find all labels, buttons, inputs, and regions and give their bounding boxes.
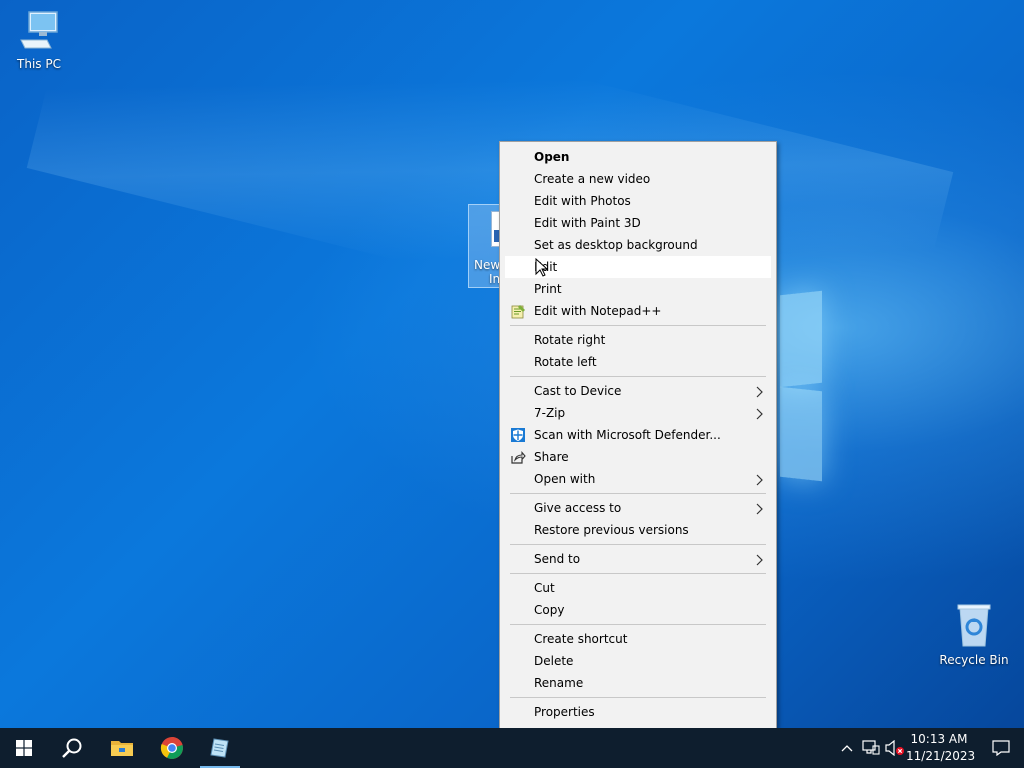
menu-item-set-desktop-background[interactable]: Set as desktop background: [500, 234, 776, 256]
show-hidden-icons-button[interactable]: [836, 728, 858, 768]
menu-item-create-shortcut[interactable]: Create shortcut: [500, 628, 776, 650]
menu-item-label: Rotate right: [534, 333, 606, 347]
this-pc-label: This PC: [17, 57, 61, 71]
menu-item-label: Rotate left: [534, 355, 597, 369]
notepadpp-icon: [511, 305, 525, 319]
network-icon: [862, 740, 880, 755]
menu-item-delete[interactable]: Delete: [500, 650, 776, 672]
menu-item-label: Scan with Microsoft Defender...: [534, 428, 721, 442]
start-icon: [16, 740, 32, 756]
menu-item-label: Restore previous versions: [534, 523, 689, 537]
menu-item-label: Edit with Notepad++: [534, 304, 662, 318]
menu-separator: [510, 624, 766, 625]
menu-item-edit-with-notepadpp[interactable]: Edit with Notepad++: [500, 300, 776, 322]
desktop-icon-this-pc[interactable]: This PC: [1, 8, 77, 71]
menu-item-label: 7-Zip: [534, 406, 566, 420]
notepad-taskbar-button[interactable]: [198, 728, 242, 768]
network-button[interactable]: [860, 728, 882, 768]
menu-item-label: Give access to: [534, 501, 622, 515]
menu-item-open-with[interactable]: Open with: [500, 468, 776, 490]
taskbar-clock[interactable]: 10:13 AM 11/21/2023: [906, 731, 976, 765]
menu-item-label: Open: [534, 150, 570, 164]
menu-item-label: Set as desktop background: [534, 238, 698, 252]
menu-item-label: Open with: [534, 472, 596, 486]
chevron-right-icon: [756, 474, 766, 486]
desktop-icon-recycle-bin[interactable]: Recycle Bin: [936, 602, 1012, 667]
chevron-right-icon: [756, 554, 766, 566]
menu-item-label: Send to: [534, 552, 581, 566]
share-icon: [511, 451, 526, 464]
clock-date: 11/21/2023: [906, 749, 976, 763]
menu-item-scan-defender[interactable]: Scan with Microsoft Defender...: [500, 424, 776, 446]
menu-item-print[interactable]: Print: [500, 278, 776, 300]
menu-separator: [510, 493, 766, 494]
defender-shield-icon: [511, 428, 525, 442]
mouse-cursor-icon: [535, 258, 549, 277]
menu-separator: [510, 544, 766, 545]
menu-item-edit-with-paint-3d[interactable]: Edit with Paint 3D: [500, 212, 776, 234]
menu-item-open[interactable]: Open: [500, 146, 776, 168]
menu-item-label: Cut: [534, 581, 555, 595]
notification-icon: [992, 740, 1010, 756]
taskbar: 10:13 AM 11/21/2023: [0, 728, 1024, 768]
chevron-up-icon: [841, 745, 853, 752]
menu-item-properties[interactable]: Properties: [500, 701, 776, 723]
menu-item-label: Rename: [534, 676, 584, 690]
chevron-right-icon: [756, 408, 766, 420]
menu-item-label: Copy: [534, 603, 565, 617]
menu-item-7zip[interactable]: 7-Zip: [500, 402, 776, 424]
recycle-bin-label: Recycle Bin: [939, 653, 1009, 667]
file-explorer-icon: [111, 741, 133, 756]
menu-item-label: Create shortcut: [534, 632, 628, 646]
search-button[interactable]: [48, 728, 96, 768]
chrome-icon: [160, 737, 183, 759]
menu-separator: [510, 697, 766, 698]
menu-separator: [510, 325, 766, 326]
start-button[interactable]: [0, 728, 48, 768]
clock-time: 10:13 AM: [910, 732, 968, 746]
menu-item-rename[interactable]: Rename: [500, 672, 776, 694]
context-menu: Open Create a new video Edit with Photos…: [499, 141, 777, 729]
menu-item-edit-with-photos[interactable]: Edit with Photos: [500, 190, 776, 212]
menu-item-label: Edit with Paint 3D: [534, 216, 641, 230]
menu-item-cast-to-device[interactable]: Cast to Device: [500, 380, 776, 402]
menu-item-label: Share: [534, 450, 569, 464]
chrome-button[interactable]: [148, 728, 196, 768]
menu-item-cut[interactable]: Cut: [500, 577, 776, 599]
selected-file-label-line1: New: [474, 258, 501, 272]
menu-separator: [510, 376, 766, 377]
menu-item-share[interactable]: Share: [500, 446, 776, 468]
menu-item-label: Delete: [534, 654, 574, 668]
menu-item-rotate-right[interactable]: Rotate right: [500, 329, 776, 351]
menu-item-label: Create a new video: [534, 172, 651, 186]
volume-muted-icon: [885, 740, 904, 756]
menu-item-copy[interactable]: Copy: [500, 599, 776, 621]
menu-item-label: Print: [534, 282, 562, 296]
menu-item-label: Cast to Device: [534, 384, 622, 398]
menu-item-give-access-to[interactable]: Give access to: [500, 497, 776, 519]
menu-item-send-to[interactable]: Send to: [500, 548, 776, 570]
computer-icon: [20, 11, 58, 49]
volume-button[interactable]: [884, 728, 906, 768]
recycle-bin-icon: [957, 604, 991, 647]
action-center-button[interactable]: [978, 728, 1024, 768]
menu-item-rotate-left[interactable]: Rotate left: [500, 351, 776, 373]
menu-separator: [510, 573, 766, 574]
notepad-icon: [210, 738, 229, 758]
menu-item-create-new-video[interactable]: Create a new video: [500, 168, 776, 190]
menu-item-label: Edit with Photos: [534, 194, 631, 208]
file-explorer-button[interactable]: [98, 728, 146, 768]
menu-item-restore-previous-versions[interactable]: Restore previous versions: [500, 519, 776, 541]
menu-item-label: Properties: [534, 705, 595, 719]
search-icon: [62, 738, 82, 758]
chevron-right-icon: [756, 386, 766, 398]
menu-item-edit[interactable]: Edit: [505, 256, 771, 278]
chevron-right-icon: [756, 503, 766, 515]
